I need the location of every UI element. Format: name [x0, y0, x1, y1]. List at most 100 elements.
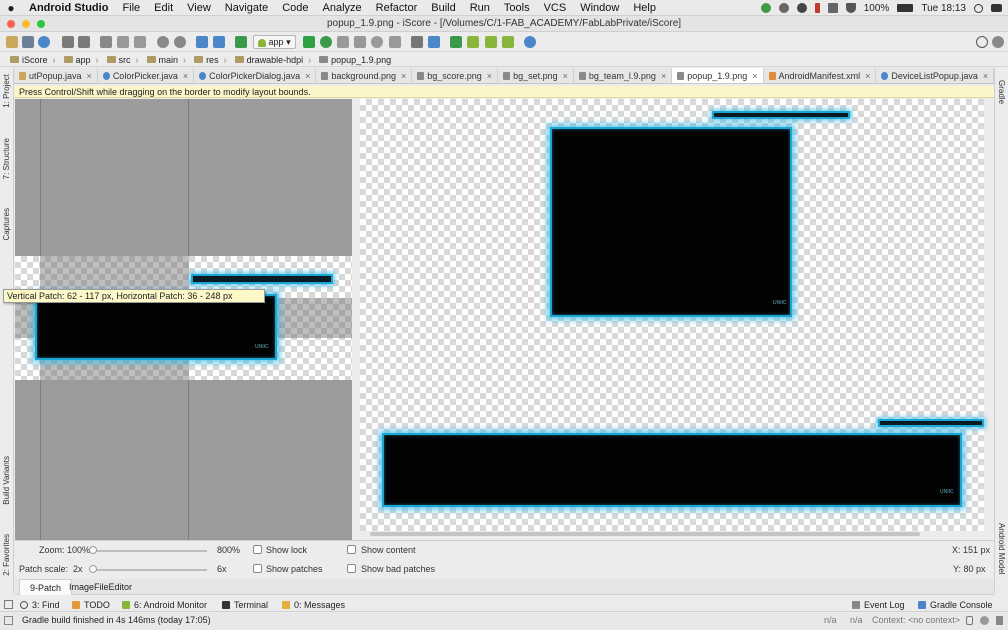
close-tab-icon[interactable]: × — [661, 71, 666, 81]
menu-navigate[interactable]: Navigate — [218, 2, 275, 14]
apply-changes-icon[interactable] — [354, 36, 366, 48]
favorites-tool-button[interactable]: 2: Favorites — [2, 534, 11, 576]
apple-menu-icon[interactable]: ● — [0, 1, 22, 15]
sdk-icon[interactable] — [485, 36, 497, 48]
ninepatch-edit-pane[interactable]: UNIIC — [15, 99, 352, 540]
tab-utpopup-java[interactable]: utPopup.java × — [14, 68, 98, 83]
menu-file[interactable]: File — [115, 2, 147, 14]
tab-bg-set-png[interactable]: bg_set.png × — [498, 68, 574, 83]
caret-position[interactable]: n/a — [824, 613, 837, 628]
paste-icon[interactable] — [134, 36, 146, 48]
zoom-slider-knob[interactable] — [89, 546, 97, 554]
debug-icon[interactable] — [320, 36, 332, 48]
tab-androidmanifest-xml[interactable]: AndroidManifest.xml × — [764, 68, 877, 83]
event-log-tool-button[interactable]: Event Log — [852, 597, 905, 612]
stop-icon[interactable] — [389, 36, 401, 48]
close-tab-icon[interactable]: × — [983, 71, 988, 81]
record-icon[interactable] — [814, 3, 820, 13]
breadcrumb-item[interactable]: app › — [60, 55, 103, 65]
search-everywhere-icon[interactable] — [976, 36, 988, 48]
breadcrumb-item[interactable]: main › — [143, 55, 191, 65]
captures-tool-button[interactable]: Captures — [2, 208, 11, 240]
show-lock-checkbox[interactable] — [253, 545, 262, 554]
tab-image-file-editor[interactable]: ImageFileEditor — [59, 579, 142, 595]
tab-popup-png[interactable]: popup_1.9.png × — [672, 68, 764, 83]
spotlight-search-icon[interactable] — [974, 3, 983, 13]
ninepatch-image[interactable]: UNIIC — [15, 256, 352, 380]
menubar-clock[interactable]: Tue 18:13 — [921, 3, 966, 14]
horizontal-scrollbar[interactable] — [370, 532, 920, 536]
menu-analyze[interactable]: Analyze — [316, 2, 369, 14]
breadcrumb-item[interactable]: popup_1.9.png — [315, 55, 395, 65]
close-tab-icon[interactable]: × — [87, 71, 92, 81]
run-config-select[interactable]: app ▾ — [253, 35, 296, 49]
gradle-sync-icon[interactable] — [450, 36, 462, 48]
close-tab-icon[interactable]: × — [563, 71, 568, 81]
menu-refactor[interactable]: Refactor — [369, 2, 425, 14]
menu-vcs[interactable]: VCS — [537, 2, 574, 14]
forward-icon[interactable] — [213, 36, 225, 48]
android-monitor-tool-button[interactable]: 6: Android Monitor — [122, 597, 207, 612]
gradle-tool-button[interactable]: Gradle — [997, 80, 1006, 104]
tab-colorpicker-java[interactable]: ColorPicker.java × — [98, 68, 195, 83]
status-message[interactable]: Gradle build finished in 4s 146ms (today… — [22, 613, 211, 628]
close-tab-icon[interactable]: × — [305, 71, 310, 81]
copy-icon[interactable] — [117, 36, 129, 48]
project-structure-icon[interactable] — [411, 36, 423, 48]
user-icon[interactable] — [992, 36, 1004, 48]
sync-icon[interactable] — [38, 36, 50, 48]
wifi-icon[interactable] — [845, 3, 856, 13]
rerun-icon[interactable] — [371, 36, 383, 48]
build-variants-tool-button[interactable]: Build Variants — [2, 456, 11, 505]
line-separator[interactable]: n/a — [850, 613, 863, 628]
toggle-tool-windows-icon[interactable] — [4, 600, 13, 609]
battery-percent[interactable]: 100% — [864, 3, 890, 14]
run-icon[interactable] — [303, 36, 315, 48]
tab-background-png[interactable]: background.png × — [316, 68, 413, 83]
menu-edit[interactable]: Edit — [147, 2, 180, 14]
find-icon[interactable] — [157, 36, 169, 48]
structure-tool-button[interactable]: 7: Structure — [2, 138, 11, 179]
avd-manager-icon[interactable] — [467, 36, 479, 48]
menu-window[interactable]: Window — [573, 2, 626, 14]
open-folder-icon[interactable] — [6, 36, 18, 48]
gradle-console-tool-button[interactable]: Gradle Console — [918, 597, 993, 612]
menu-run[interactable]: Run — [463, 2, 497, 14]
volume-icon[interactable] — [827, 3, 838, 13]
notification-center-icon[interactable] — [991, 4, 1002, 12]
help-icon[interactable] — [524, 36, 536, 48]
project-tool-button[interactable]: 1: Project — [2, 74, 11, 108]
menu-code[interactable]: Code — [275, 2, 315, 14]
zoom-slider-track[interactable] — [93, 550, 207, 552]
breadcrumb-item[interactable]: res › — [190, 55, 231, 65]
cut-icon[interactable] — [100, 36, 112, 48]
tab-bg-score-png[interactable]: bg_score.png × — [412, 68, 499, 83]
redo-icon[interactable] — [78, 36, 90, 48]
event-icon[interactable] — [996, 616, 1003, 625]
tab-colorpickerdialog-java[interactable]: ColorPickerDialog.java × — [194, 68, 317, 83]
messages-tool-button[interactable]: 0: Messages — [282, 597, 345, 612]
save-icon[interactable] — [22, 36, 34, 48]
evernote-icon[interactable] — [778, 3, 789, 13]
show-bad-patches-checkbox[interactable] — [347, 564, 356, 573]
breadcrumb-item[interactable]: iScore › — [6, 55, 60, 65]
status-app-icon[interactable] — [760, 3, 771, 13]
make-project-icon[interactable] — [235, 36, 247, 48]
tab-bg-team-png[interactable]: bg_team_l.9.png × — [574, 68, 673, 83]
menu-app-name[interactable]: Android Studio — [22, 2, 115, 14]
terminal-tool-button[interactable]: Terminal — [222, 597, 268, 612]
context-indicator[interactable]: Context: <no context> — [872, 613, 960, 628]
breadcrumb-item[interactable]: src › — [103, 55, 143, 65]
inspector-icon[interactable] — [980, 616, 989, 625]
show-content-checkbox[interactable] — [347, 545, 356, 554]
menu-view[interactable]: View — [180, 2, 218, 14]
close-tab-icon[interactable]: × — [401, 71, 406, 81]
menu-build[interactable]: Build — [424, 2, 462, 14]
tab-devicelistpopup-java[interactable]: DeviceListPopup.java × — [876, 68, 994, 83]
menu-tools[interactable]: Tools — [497, 2, 537, 14]
close-tab-icon[interactable]: × — [487, 71, 492, 81]
patch-scale-slider-knob[interactable] — [89, 565, 97, 573]
attach-debugger-icon[interactable] — [337, 36, 349, 48]
close-tab-icon[interactable]: × — [183, 71, 188, 81]
battery-icon[interactable] — [897, 4, 914, 12]
